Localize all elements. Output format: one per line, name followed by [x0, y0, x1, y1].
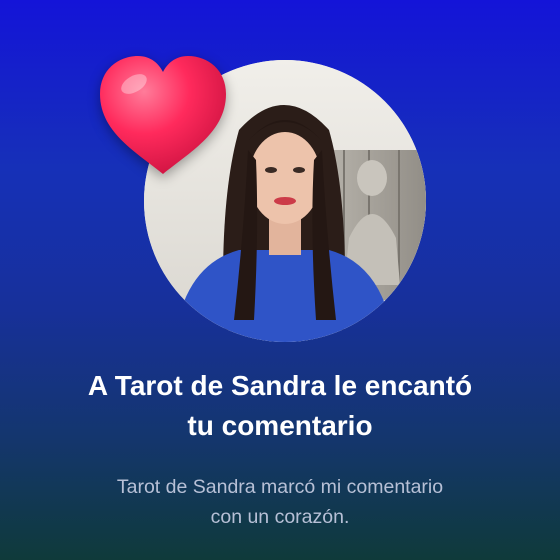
like-notification-card: A Tarot de Sandra le encantó tu comentar…	[0, 0, 560, 560]
notification-title-line2: tu comentario	[187, 410, 373, 441]
notification-subtitle: Tarot de Sandra marcó mi comentario con …	[40, 472, 520, 532]
notification-title-line1: A Tarot de Sandra le encantó	[87, 370, 473, 401]
notification-title: A Tarot de Sandra le encantó tu comentar…	[20, 366, 540, 446]
notification-subtitle-line2: con un corazón.	[210, 506, 350, 528]
notification-subtitle-line1: Tarot de Sandra marcó mi comentario	[116, 476, 444, 498]
heart-icon	[96, 52, 230, 178]
